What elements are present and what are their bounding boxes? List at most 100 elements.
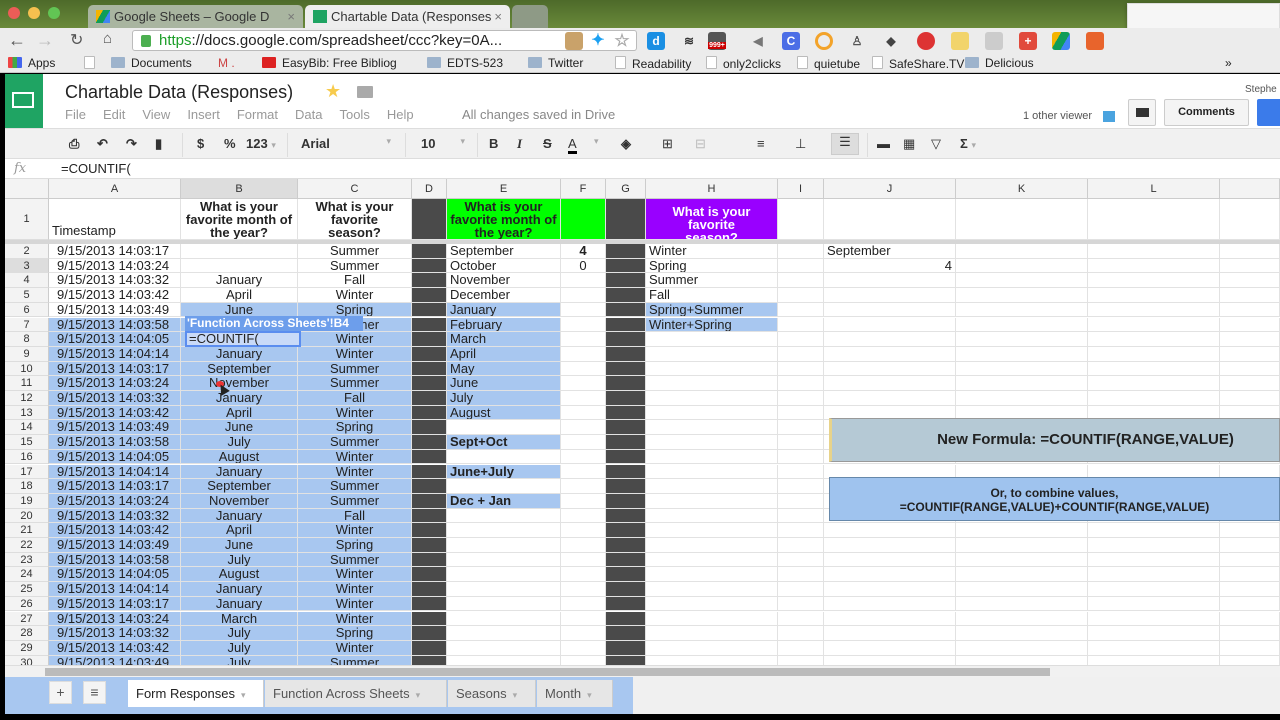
table-cell-season-list[interactable]: [646, 493, 778, 509]
cell[interactable]: [606, 552, 646, 568]
table-cell-j[interactable]: [824, 626, 956, 641]
cell[interactable]: [778, 273, 824, 289]
menu-edit[interactable]: Edit: [103, 107, 125, 122]
cell[interactable]: [606, 332, 646, 347]
cell[interactable]: [1088, 258, 1220, 274]
column-header-c[interactable]: C: [298, 179, 412, 199]
cell[interactable]: [606, 640, 646, 656]
cell[interactable]: [606, 655, 646, 665]
table-cell-month[interactable]: April: [181, 523, 298, 538]
cell[interactable]: [1220, 346, 1280, 362]
table-cell-count[interactable]: [561, 435, 606, 450]
table-cell-season[interactable]: Winter: [298, 288, 412, 303]
table-cell-count[interactable]: [561, 640, 606, 656]
cell[interactable]: [606, 626, 646, 641]
cell[interactable]: [778, 435, 824, 450]
table-cell-season[interactable]: Summer: [298, 493, 412, 509]
table-cell-month-list[interactable]: June: [447, 376, 561, 391]
table-cell-month[interactable]: April: [181, 288, 298, 303]
cell[interactable]: [606, 244, 646, 259]
cell[interactable]: [1220, 244, 1280, 259]
column-header-a[interactable]: A: [49, 179, 181, 199]
cell[interactable]: [778, 640, 824, 656]
bold-button[interactable]: B: [489, 136, 498, 151]
cell[interactable]: [778, 420, 824, 436]
table-cell-month[interactable]: March: [181, 611, 298, 627]
table-cell-timestamp[interactable]: 9/15/2013 14:03:58: [49, 552, 181, 568]
cell[interactable]: [412, 464, 447, 480]
number-format-button[interactable]: 123 ▾: [246, 136, 276, 151]
table-cell-month[interactable]: August: [181, 449, 298, 465]
header-cell-season[interactable]: What is your favorite season?: [298, 199, 412, 240]
cell[interactable]: [412, 479, 447, 494]
table-cell-season-list[interactable]: [646, 391, 778, 406]
table-cell-count[interactable]: [561, 449, 606, 465]
table-cell-month[interactable]: January: [181, 346, 298, 362]
table-cell-season[interactable]: Fall: [298, 273, 412, 289]
horizontal-scrollbar[interactable]: [5, 665, 1280, 677]
cell[interactable]: [412, 611, 447, 627]
cell[interactable]: [412, 273, 447, 289]
table-cell-season[interactable]: Summer: [298, 552, 412, 568]
table-cell-count[interactable]: [561, 464, 606, 480]
row-header[interactable]: 5: [5, 288, 49, 303]
cell[interactable]: [778, 538, 824, 553]
browser-tab-drive[interactable]: Google Sheets – Google D ×: [88, 5, 303, 28]
filter-icon[interactable]: ▽: [931, 136, 941, 152]
cell[interactable]: [561, 199, 606, 240]
note-extension-icon[interactable]: [951, 32, 969, 50]
new-tab-button[interactable]: [512, 5, 548, 28]
borders-icon[interactable]: ⊞: [662, 136, 673, 152]
table-cell-j[interactable]: [824, 317, 956, 333]
cell[interactable]: [1088, 244, 1220, 259]
table-cell-season[interactable]: Spring: [298, 538, 412, 553]
cell[interactable]: [412, 361, 447, 377]
table-cell-month-list[interactable]: [447, 611, 561, 627]
table-cell-timestamp[interactable]: 9/15/2013 14:04:14: [49, 346, 181, 362]
row-header[interactable]: 24: [5, 567, 49, 583]
bookmark-safeshare[interactable]: SafeShare.TV: [872, 56, 964, 71]
table-cell-count[interactable]: 0: [561, 258, 606, 274]
row-header[interactable]: 14: [5, 420, 49, 436]
table-cell-season-list[interactable]: [646, 435, 778, 450]
table-cell-month-list[interactable]: [447, 552, 561, 568]
row-header[interactable]: 25: [5, 582, 49, 597]
cell[interactable]: [778, 317, 824, 333]
ring-extension-icon[interactable]: [815, 32, 833, 50]
table-cell-j[interactable]: [824, 611, 956, 627]
table-cell-timestamp[interactable]: 9/15/2013 14:03:42: [49, 523, 181, 538]
table-cell-count[interactable]: [561, 552, 606, 568]
cell[interactable]: [1088, 288, 1220, 303]
header-cell-month[interactable]: What is your favorite month of the year?: [181, 199, 298, 240]
cell[interactable]: [412, 405, 447, 421]
cell[interactable]: [1088, 302, 1220, 318]
table-cell-month-list[interactable]: [447, 523, 561, 538]
table-cell-count[interactable]: [561, 405, 606, 421]
cell[interactable]: [412, 552, 447, 568]
table-cell-month[interactable]: November: [181, 493, 298, 509]
currency-button[interactable]: $: [197, 136, 204, 151]
row-header[interactable]: 16: [5, 449, 49, 465]
cell[interactable]: [1220, 258, 1280, 274]
cell[interactable]: [1220, 538, 1280, 553]
news-extension-icon[interactable]: [985, 32, 1003, 50]
cell[interactable]: [412, 346, 447, 362]
cell[interactable]: [956, 391, 1088, 406]
cell[interactable]: [412, 435, 447, 450]
paint-format-icon[interactable]: ▮: [155, 136, 162, 152]
close-window-button[interactable]: [8, 7, 20, 19]
cell[interactable]: [606, 405, 646, 421]
cell[interactable]: [412, 626, 447, 641]
cell[interactable]: [412, 655, 447, 665]
cell[interactable]: [412, 493, 447, 509]
cell[interactable]: [778, 552, 824, 568]
print-icon[interactable]: ⎙: [69, 136, 79, 152]
row-header[interactable]: 8: [5, 332, 49, 347]
column-header-h[interactable]: H: [646, 179, 778, 199]
column-header-i[interactable]: I: [778, 179, 824, 199]
table-cell-j[interactable]: [824, 288, 956, 303]
cell[interactable]: [956, 244, 1088, 259]
row-header[interactable]: 29: [5, 640, 49, 656]
star-icon[interactable]: ★: [325, 81, 341, 102]
table-cell-month[interactable]: June: [181, 538, 298, 553]
